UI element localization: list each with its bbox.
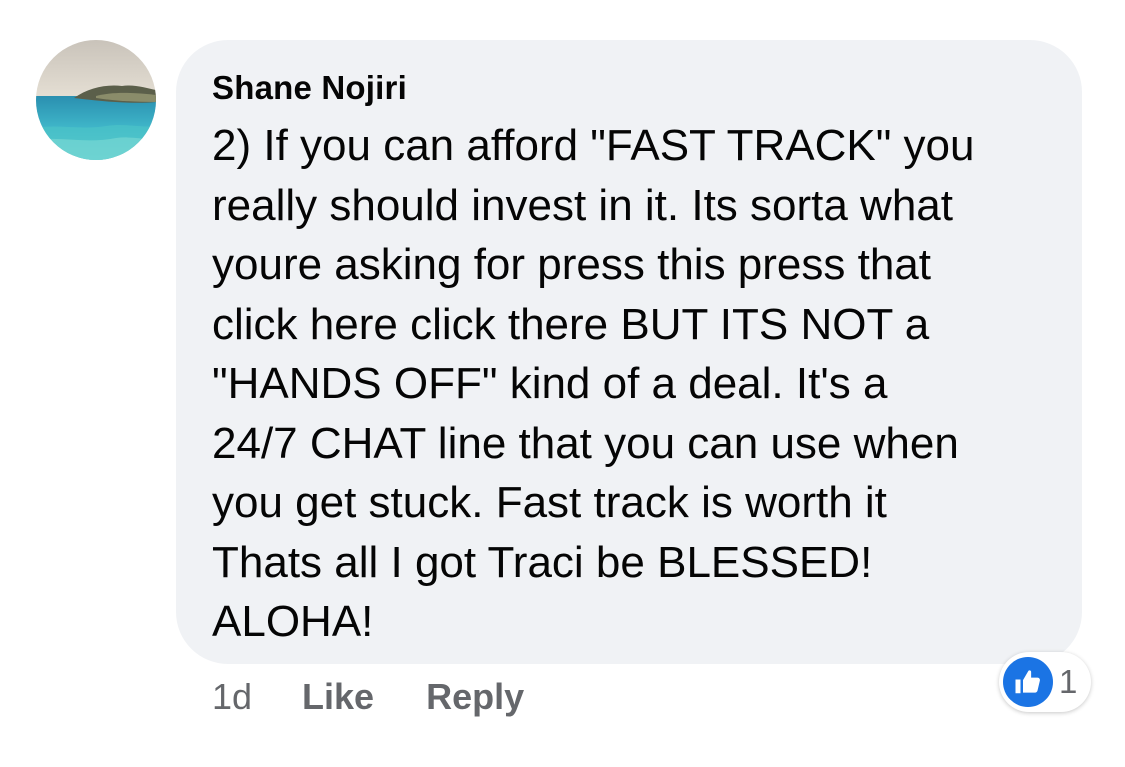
comment-timestamp[interactable]: 1d [212, 676, 252, 718]
reaction-summary[interactable]: 1 [999, 652, 1092, 712]
comment-line: really should invest in it. Its sorta wh… [212, 180, 953, 230]
thumbs-up-icon [1003, 657, 1053, 707]
avatar-image [36, 40, 156, 160]
comment-line: 2) If you can afford "FAST TRACK" you [212, 121, 975, 170]
comment-text: 2) If you can afford "FAST TRACK" you re… [212, 116, 1062, 652]
comment-bubble: Shane Nojiri 2) If you can afford "FAST … [176, 40, 1082, 664]
comment-line: youre asking for press this press that [212, 240, 931, 289]
comment-author[interactable]: Shane Nojiri [212, 66, 1062, 110]
comment-line: Thats all I got Traci be BLESSED! [212, 537, 873, 587]
comment-actions: 1d Like Reply [212, 672, 524, 722]
like-button[interactable]: Like [302, 676, 374, 718]
reply-button[interactable]: Reply [426, 676, 524, 718]
comment-line: "HANDS OFF" kind of a deal. It's a [212, 359, 888, 408]
avatar[interactable] [36, 40, 156, 160]
comment-line: you get stuck. Fast track is worth it [212, 478, 887, 527]
comment-line: ALOHA! [212, 597, 374, 646]
comment-line: 24/7 CHAT line that you can use when [212, 418, 959, 468]
reaction-count: 1 [1059, 663, 1078, 700]
comment-line: click here click there BUT ITS NOT a [212, 299, 930, 349]
